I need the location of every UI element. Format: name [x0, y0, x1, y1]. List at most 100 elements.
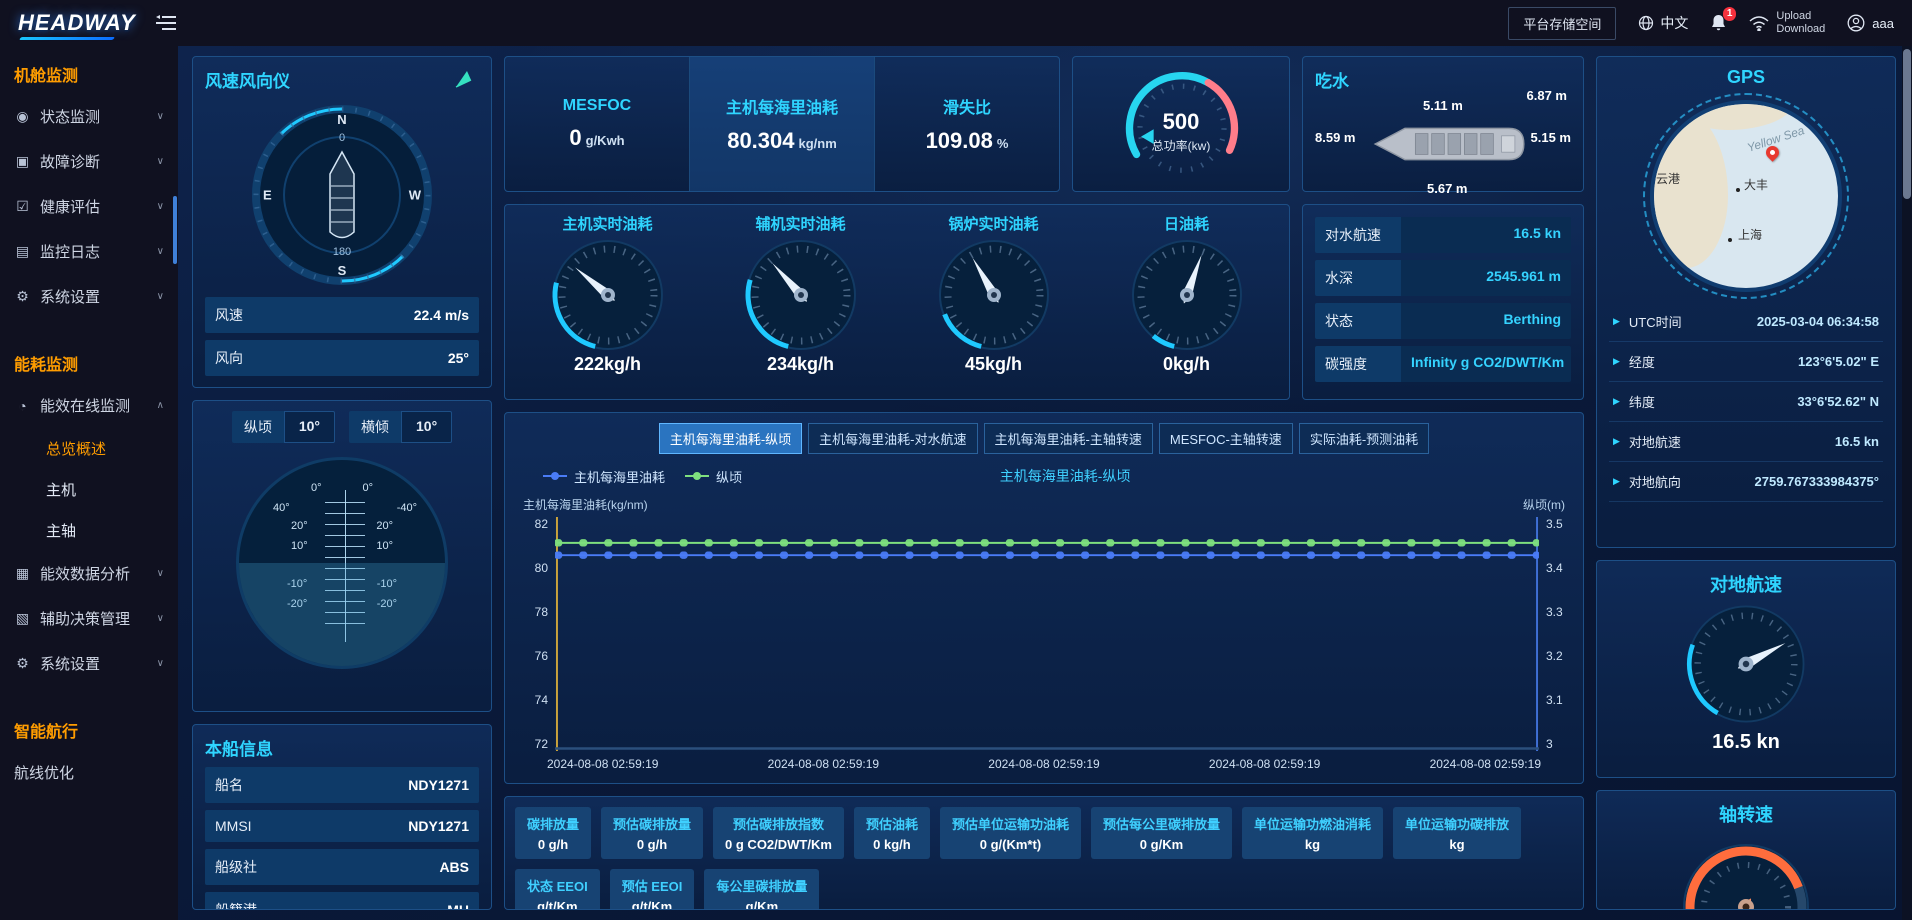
sidebar-item-label: 健康评估	[40, 196, 100, 217]
sidebar-item-monitoring-logs[interactable]: ▤ 监控日志 ∨	[0, 229, 178, 274]
longitude-row: ▶ 经度 123°6'5.02" E	[1609, 342, 1883, 382]
carbon-intensity-value: Infinity g CO2/DWT/Km	[1401, 346, 1571, 382]
boiler-fuel-gauge: 锅炉实时油耗 45kg/h	[897, 213, 1090, 391]
sidebar-item-label: 故障诊断	[40, 151, 100, 172]
mmsi-value: NDY1271	[408, 818, 469, 834]
sidebar-subitem-overview[interactable]: 总览概述	[0, 428, 178, 469]
health-icon: ☑	[14, 198, 31, 215]
legend-trim-series[interactable]: 纵顷	[685, 467, 742, 486]
language-switcher[interactable]: 中文	[1638, 13, 1688, 33]
water-depth-row: 水深 2545.961 m	[1315, 260, 1571, 296]
port-of-registry-row: 船籍港 MH	[205, 892, 479, 910]
chevron-down-icon: ∨	[157, 658, 164, 669]
stw-label: 对水航速	[1315, 217, 1401, 253]
tab-mesfoc-vs-shaft-rpm[interactable]: MESFOC-主轴转速	[1159, 423, 1293, 454]
sidebar-item-energy-analysis[interactable]: ▦ 能效数据分析 ∨	[0, 551, 178, 596]
notifications-button[interactable]: 1	[1710, 14, 1727, 32]
kpi-slip-ratio-unit: %	[997, 136, 1009, 151]
ship-name-value: NDY1271	[408, 777, 469, 793]
emission-stats-panel: 碳排放量0 g/h 预估碳排放量0 g/h 预估碳排放指数0 g CO2/DWT…	[504, 796, 1584, 910]
chevron-down-icon: ∨	[157, 568, 164, 579]
tab-fuel-vs-shaft-rpm[interactable]: 主机每海里油耗-主轴转速	[984, 423, 1153, 454]
tab-fuel-vs-stw[interactable]: 主机每海里油耗-对水航速	[808, 423, 977, 454]
transfer-status[interactable]: Upload Download	[1749, 10, 1825, 36]
coastline-shape	[1654, 108, 1728, 268]
gauge-value: 222kg/h	[574, 354, 641, 375]
menu-toggle-icon[interactable]	[156, 15, 176, 31]
sidebar-item-label: 能效在线监测	[40, 395, 130, 416]
y-left-ticks: 828078767472	[519, 517, 555, 751]
chart-title: 主机每海里油耗-纵顷	[1000, 466, 1131, 486]
port-label-shanghai	[1728, 232, 1735, 246]
triangle-bullet-icon: ▶	[1613, 476, 1620, 487]
sidebar-item-status-monitoring[interactable]: ◉ 状态监测 ∨	[0, 94, 178, 139]
sidebar-scrollbar-thumb[interactable]	[173, 196, 177, 264]
gauge-title: 辅机实时油耗	[755, 213, 845, 234]
legend-label: 纵顷	[716, 467, 742, 486]
gps-title: GPS	[1609, 67, 1883, 88]
port-label-dafeng-text: 大丰	[1744, 176, 1768, 193]
draft-top-right-value: 6.87 m	[1527, 88, 1567, 103]
port-of-registry-label: 船籍港	[215, 900, 257, 910]
depth-value: 2545.961 m	[1401, 260, 1571, 296]
sidebar-item-label: 系统设置	[40, 653, 100, 674]
shaft-rpm-panel: 轴转速	[1596, 790, 1896, 910]
sidebar-subitem-main-shaft[interactable]: 主轴	[0, 510, 178, 551]
scale-40-right: -40°	[397, 502, 417, 514]
gauge-title: 主机实时油耗	[562, 213, 652, 234]
inclinometer: 0° 0° 40° -40° 20° 20° 10° 10° -10° -10°…	[236, 457, 448, 669]
status-label: 状态	[1315, 303, 1401, 339]
cog-label: 对地航向	[1629, 472, 1681, 491]
longitude-value: 123°6'5.02" E	[1798, 354, 1879, 369]
chevron-up-icon: ∧	[157, 400, 164, 411]
stat-status-eeoi: 状态 EEOIg/t/Km	[515, 869, 600, 910]
kpi-fuel-per-nm: 主机每海里油耗 80.304kg/nm	[689, 57, 874, 191]
log-icon: ▤	[14, 243, 31, 260]
scale-neg20-right: -20°	[377, 598, 397, 610]
gauge-value: 234kg/h	[767, 354, 834, 375]
sidebar-item-route-optimization[interactable]: 航线优化	[0, 750, 178, 795]
sog-label: 对地航速	[1629, 432, 1681, 451]
stw-value: 16.5 kn	[1401, 217, 1571, 253]
navigation-info-panel: 对水航速 16.5 kn 水深 2545.961 m 状态 Berthing 碳…	[1302, 204, 1584, 400]
cog-value: 2759.767333984375°	[1755, 474, 1880, 489]
chevron-down-icon: ∨	[157, 201, 164, 212]
tab-fuel-vs-trim[interactable]: 主机每海里油耗-纵顷	[659, 423, 802, 454]
storage-space-button[interactable]: 平台存储空间	[1508, 7, 1616, 40]
page-scrollbar-thumb[interactable]	[1903, 49, 1911, 199]
sidebar-item-fault-diagnosis[interactable]: ▣ 故障诊断 ∨	[0, 139, 178, 184]
gps-map[interactable]: Yellow Sea 云港 大丰 上海	[1654, 104, 1838, 288]
sidebar-item-system-settings[interactable]: ⚙ 系统设置 ∨	[0, 274, 178, 319]
utc-time-row: ▶ UTC时间 2025-03-04 06:34:58	[1609, 302, 1883, 342]
scale-20-left: 20°	[291, 520, 308, 532]
depth-label: 水深	[1315, 260, 1401, 296]
sidebar-item-energy-online[interactable]: ◔ 能效在线监测 ∧	[0, 383, 178, 428]
legend-label: 主机每海里油耗	[574, 467, 665, 486]
scale-40-left: 40°	[273, 502, 290, 514]
compass-north-label: N	[337, 112, 346, 127]
chart-plot-area	[555, 517, 1539, 751]
gear-icon: ⚙	[14, 655, 31, 672]
draft-left-value: 8.59 m	[1315, 130, 1355, 145]
sidebar-item-health-assessment[interactable]: ☑ 健康评估 ∨	[0, 184, 178, 229]
sidebar-subitem-main-engine[interactable]: 主机	[0, 469, 178, 510]
stat-est-carbon-index: 预估碳排放指数0 g CO2/DWT/Km	[713, 807, 844, 859]
kpi-mesfoc-label: MESFOC	[563, 97, 631, 115]
mmsi-row: MMSI NDY1271	[205, 810, 479, 842]
stat-est-fuel: 预估油耗0 kg/h	[854, 807, 930, 859]
app-logo[interactable]: HEADWAY	[18, 10, 136, 36]
port-label-dafeng	[1736, 182, 1743, 196]
diagnosis-icon: ▣	[14, 153, 31, 170]
legend-fuel-series[interactable]: 主机每海里油耗	[543, 467, 665, 486]
sog-value: 16.5 kn	[1835, 434, 1879, 449]
sidebar-item-system-settings-2[interactable]: ⚙ 系统设置 ∨	[0, 641, 178, 686]
scale-10-right: 10°	[376, 540, 393, 552]
gear-icon: ⚙	[14, 288, 31, 305]
user-menu[interactable]: aaa	[1847, 14, 1894, 32]
total-power-gauge-panel: 500 总功率(kw)	[1072, 56, 1290, 192]
kpi-fuel-per-nm-unit: kg/nm	[799, 136, 837, 151]
sidebar-item-decision-support[interactable]: ▧ 辅助决策管理 ∨	[0, 596, 178, 641]
draft-panel: 吃水 6.87 m 5.11 m 8.59	[1302, 56, 1584, 192]
tab-actual-vs-predicted[interactable]: 实际油耗-预测油耗	[1299, 423, 1429, 454]
sidebar: 机舱监测 ◉ 状态监测 ∨ ▣ 故障诊断 ∨ ☑ 健康评估 ∨ ▤ 监控日志 ∨…	[0, 46, 178, 920]
